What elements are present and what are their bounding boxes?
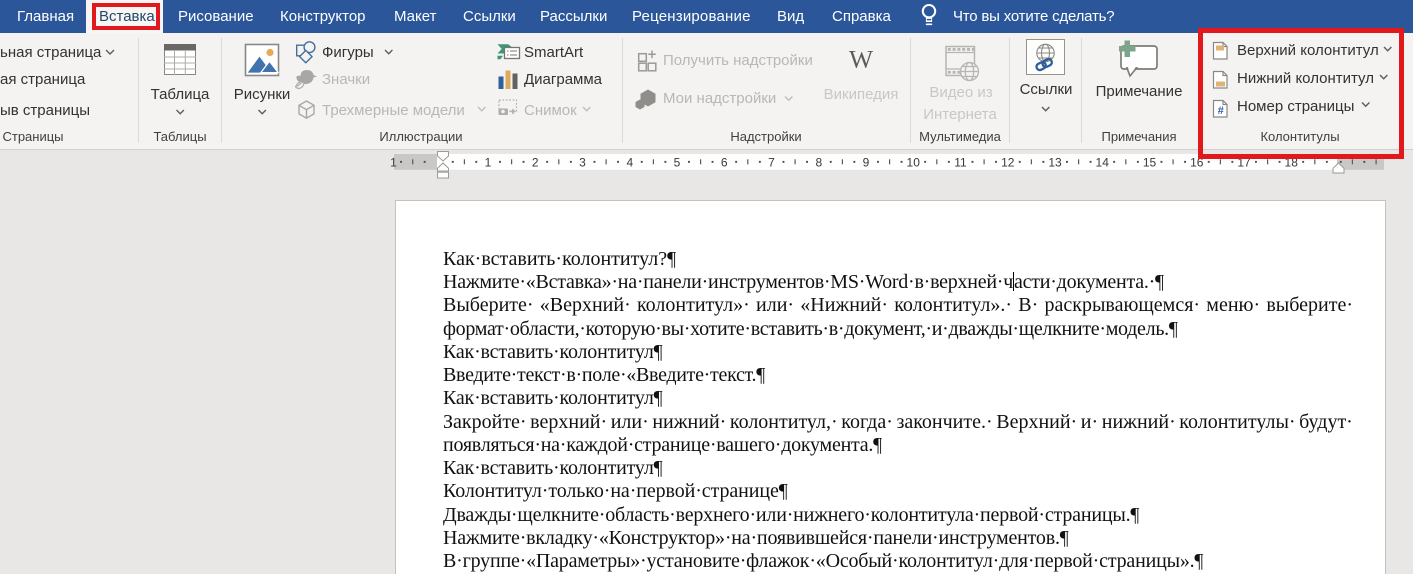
svg-text:7: 7 (768, 156, 775, 170)
svg-text:2: 2 (532, 156, 539, 170)
svg-text:13: 13 (1048, 156, 1062, 170)
svg-text:1: 1 (485, 156, 492, 170)
svg-text:8: 8 (815, 156, 822, 170)
svg-text:5: 5 (674, 156, 681, 170)
svg-text:14: 14 (1096, 156, 1110, 170)
svg-text:1: 1 (390, 156, 397, 170)
svg-text:4: 4 (626, 156, 633, 170)
svg-text:6: 6 (721, 156, 728, 170)
svg-text:W: W (849, 45, 874, 74)
svg-text:3: 3 (579, 156, 586, 170)
svg-text:10: 10 (907, 156, 921, 170)
svg-text:9: 9 (863, 156, 870, 170)
svg-text:12: 12 (1001, 156, 1015, 170)
svg-text:15: 15 (1143, 156, 1157, 170)
svg-text:11: 11 (954, 156, 967, 170)
